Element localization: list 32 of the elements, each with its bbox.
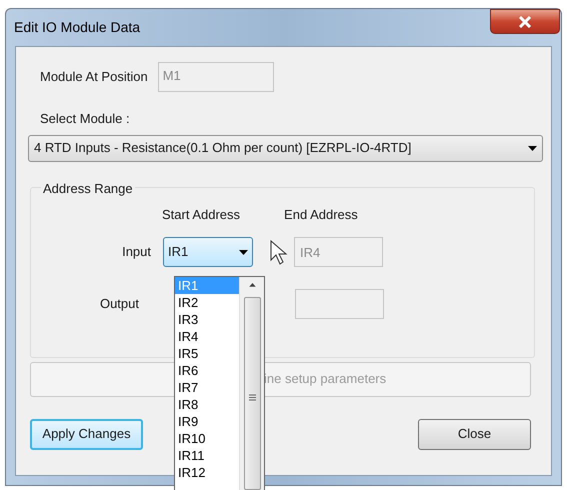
dropdown-arrow-icon — [528, 146, 537, 150]
mouse-pointer-icon — [270, 240, 288, 264]
field-label: Module At Position — [40, 68, 148, 86]
dropdown-item[interactable]: IR10 — [175, 430, 239, 447]
dropdown-item[interactable]: IR5 — [175, 345, 239, 362]
field-label: Select Module : — [40, 110, 130, 128]
close-icon — [518, 16, 532, 28]
close-button[interactable]: Close — [418, 418, 531, 450]
dropdown-item[interactable]: IR3 — [175, 311, 239, 328]
dropdown-item[interactable]: IR7 — [175, 379, 239, 396]
dropdown-item[interactable]: IR4 — [175, 328, 239, 345]
dropdown-item[interactable]: IR6 — [175, 362, 239, 379]
scrollbar[interactable] — [239, 277, 264, 490]
grip-icon — [248, 394, 256, 401]
dropdown-item[interactable]: IR2 — [175, 294, 239, 311]
scroll-up-icon — [248, 283, 256, 287]
start-address-select[interactable]: IR1 — [163, 237, 253, 267]
dropdown-item[interactable]: IR12 — [175, 464, 239, 481]
row-label: Output — [98, 295, 139, 314]
column-header: Start Address — [162, 206, 240, 224]
end-address-field[interactable] — [295, 289, 384, 319]
scrollbar-thumb[interactable] — [244, 296, 260, 490]
column-header: End Address — [284, 206, 358, 224]
row-label: Input — [121, 243, 151, 262]
dropdown-item[interactable]: IR8 — [175, 396, 239, 413]
dropdown-arrow-icon — [239, 250, 248, 254]
window-title: Edit IO Module Data — [14, 18, 140, 37]
dropdown-item[interactable]: IR11 — [175, 447, 239, 464]
apply-changes-button[interactable]: Apply Changes — [30, 418, 143, 450]
dropdown-item[interactable]: IR9 — [175, 413, 239, 430]
close-button[interactable] — [490, 9, 560, 34]
module-select[interactable]: 4 RTD Inputs - Resistance(0.1 Ohm per count) [EZRPL-IO-4RTD] — [28, 134, 543, 162]
